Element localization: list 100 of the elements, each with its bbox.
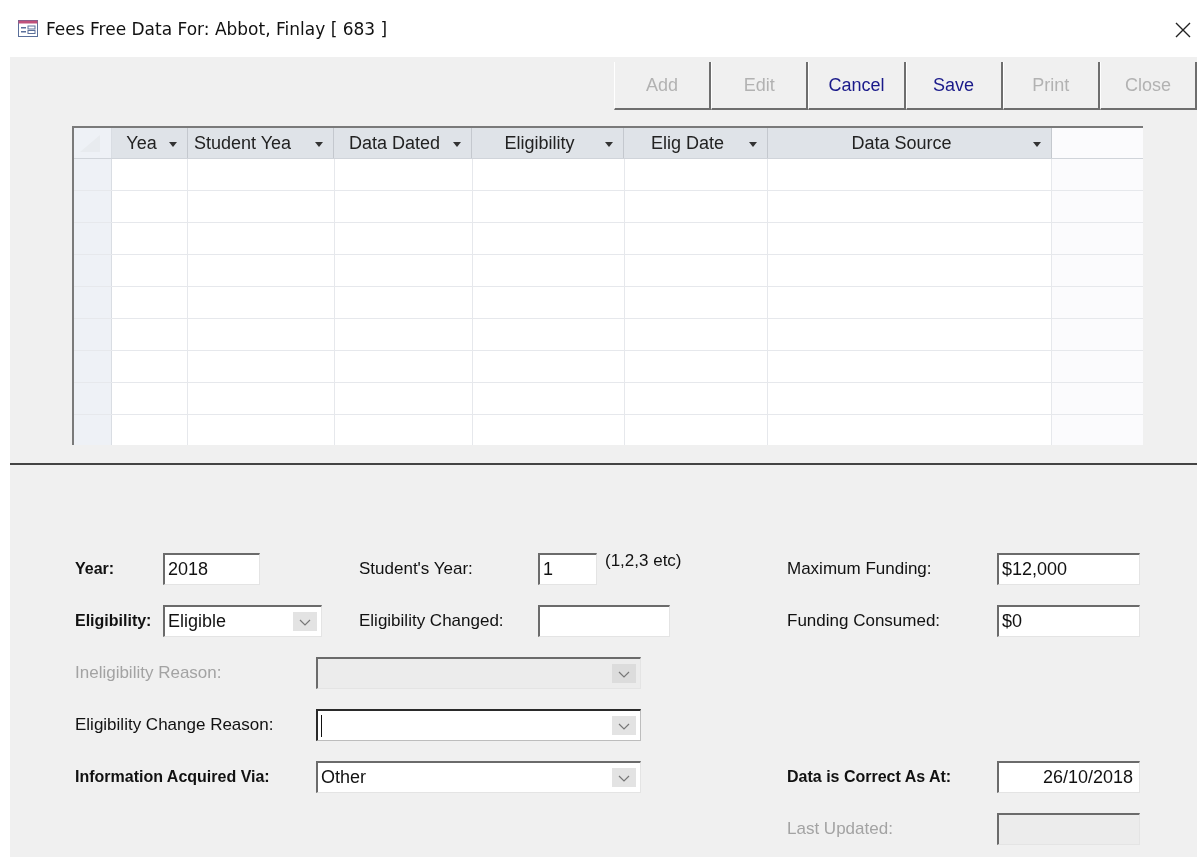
field-label: Eligibility Change Reason: <box>75 715 275 735</box>
field-label: Maximum Funding: <box>787 559 933 579</box>
table-cell[interactable] <box>624 159 769 190</box>
table-cell[interactable] <box>768 255 1053 286</box>
table-cell[interactable] <box>624 351 769 382</box>
table-cell[interactable] <box>112 351 188 382</box>
table-cell[interactable] <box>624 383 769 414</box>
field-label: Student's Year: <box>359 559 474 579</box>
hint-text: (1,2,3 etc) <box>605 551 682 571</box>
dropdown-icon[interactable] <box>749 142 757 147</box>
table-cell[interactable] <box>768 191 1053 222</box>
text-field[interactable]: 2018 <box>163 553 260 585</box>
table-cell[interactable] <box>334 159 473 190</box>
table-cell[interactable] <box>334 255 473 286</box>
table-cell[interactable] <box>187 159 335 190</box>
close-icon[interactable] <box>1175 22 1191 38</box>
chevron-down-icon[interactable] <box>612 716 636 735</box>
table-cell[interactable] <box>472 319 625 350</box>
dropdown-icon[interactable] <box>315 142 323 147</box>
table-cell[interactable] <box>624 287 769 318</box>
toolbar-button[interactable]: Cancel <box>808 62 906 110</box>
table-cell[interactable] <box>472 223 625 254</box>
field-label: Eligibility Changed: <box>359 611 505 631</box>
row-selector[interactable] <box>74 351 112 382</box>
field-label: Funding Consumed: <box>787 611 942 631</box>
table-cell[interactable] <box>624 255 769 286</box>
table-cell[interactable] <box>768 383 1053 414</box>
table-cell[interactable] <box>768 351 1053 382</box>
table-cell[interactable] <box>334 351 473 382</box>
table-cell[interactable] <box>187 383 335 414</box>
table-cell[interactable] <box>187 223 335 254</box>
table-cell[interactable] <box>768 287 1053 318</box>
table-cell[interactable] <box>334 319 473 350</box>
text-field[interactable]: $0 <box>997 605 1140 637</box>
text-field[interactable]: 1 <box>538 553 597 585</box>
table-cell[interactable] <box>112 319 188 350</box>
table-cell[interactable] <box>187 255 335 286</box>
table-cell[interactable] <box>112 191 188 222</box>
row-selector[interactable] <box>74 383 112 414</box>
table-cell[interactable] <box>187 351 335 382</box>
field-label: Last Updated: <box>787 819 894 839</box>
table-cell[interactable] <box>112 383 188 414</box>
field-label: Ineligibility Reason: <box>75 663 223 683</box>
toolbar-button[interactable]: Save <box>905 62 1003 110</box>
column-header[interactable]: Student Yea <box>188 128 334 158</box>
row-selector[interactable] <box>74 223 112 254</box>
table-cell[interactable] <box>768 223 1053 254</box>
chevron-down-icon[interactable] <box>293 612 317 631</box>
window-title: Fees Free Data For: Abbot, Finlay [ 683 ] <box>46 18 388 39</box>
row-selector[interactable] <box>74 415 112 445</box>
table-cell[interactable] <box>112 415 188 445</box>
table-cell[interactable] <box>624 223 769 254</box>
column-header[interactable]: Yea <box>112 128 188 158</box>
table-cell[interactable] <box>472 383 625 414</box>
dropdown-icon[interactable] <box>169 142 177 147</box>
column-header[interactable]: Eligibility <box>472 128 624 158</box>
dropdown-icon[interactable] <box>1033 142 1041 147</box>
table-cell[interactable] <box>472 191 625 222</box>
table-cell[interactable] <box>112 287 188 318</box>
column-header[interactable]: Data Dated <box>334 128 472 158</box>
table-cell[interactable] <box>472 255 625 286</box>
text-cursor <box>321 714 322 737</box>
row-selector[interactable] <box>74 319 112 350</box>
table-cell[interactable] <box>768 415 1053 445</box>
table-cell[interactable] <box>334 287 473 318</box>
chevron-down-icon[interactable] <box>612 768 636 787</box>
row-selector[interactable] <box>74 255 112 286</box>
table-cell[interactable] <box>768 159 1053 190</box>
table-cell[interactable] <box>334 191 473 222</box>
table-cell[interactable] <box>334 223 473 254</box>
column-header[interactable]: Elig Date <box>624 128 768 158</box>
table-cell[interactable] <box>112 223 188 254</box>
table-cell[interactable] <box>187 415 335 445</box>
table-cell[interactable] <box>472 351 625 382</box>
combo-box[interactable]: Other <box>316 761 641 793</box>
table-cell[interactable] <box>334 383 473 414</box>
table-cell[interactable] <box>624 191 769 222</box>
combo-box[interactable] <box>316 709 641 741</box>
row-selector[interactable] <box>74 191 112 222</box>
table-cell[interactable] <box>187 287 335 318</box>
table-cell[interactable] <box>472 159 625 190</box>
row-selector[interactable] <box>74 159 112 190</box>
table-cell[interactable] <box>472 415 625 445</box>
table-cell[interactable] <box>624 415 769 445</box>
dropdown-icon[interactable] <box>605 142 613 147</box>
text-field[interactable] <box>538 605 670 637</box>
combo-box[interactable]: Eligible <box>163 605 322 637</box>
text-field[interactable]: 26/10/2018 <box>997 761 1140 793</box>
field-label: Information Acquired Via: <box>75 768 271 786</box>
table-cell[interactable] <box>472 287 625 318</box>
table-cell[interactable] <box>624 319 769 350</box>
table-cell[interactable] <box>112 159 188 190</box>
table-cell[interactable] <box>187 191 335 222</box>
table-cell[interactable] <box>768 319 1053 350</box>
table-cell[interactable] <box>112 255 188 286</box>
table-cell[interactable] <box>334 415 473 445</box>
table-cell[interactable] <box>187 319 335 350</box>
dropdown-icon[interactable] <box>453 142 461 147</box>
text-field[interactable]: $12,000 <box>997 553 1140 585</box>
row-selector[interactable] <box>74 287 112 318</box>
